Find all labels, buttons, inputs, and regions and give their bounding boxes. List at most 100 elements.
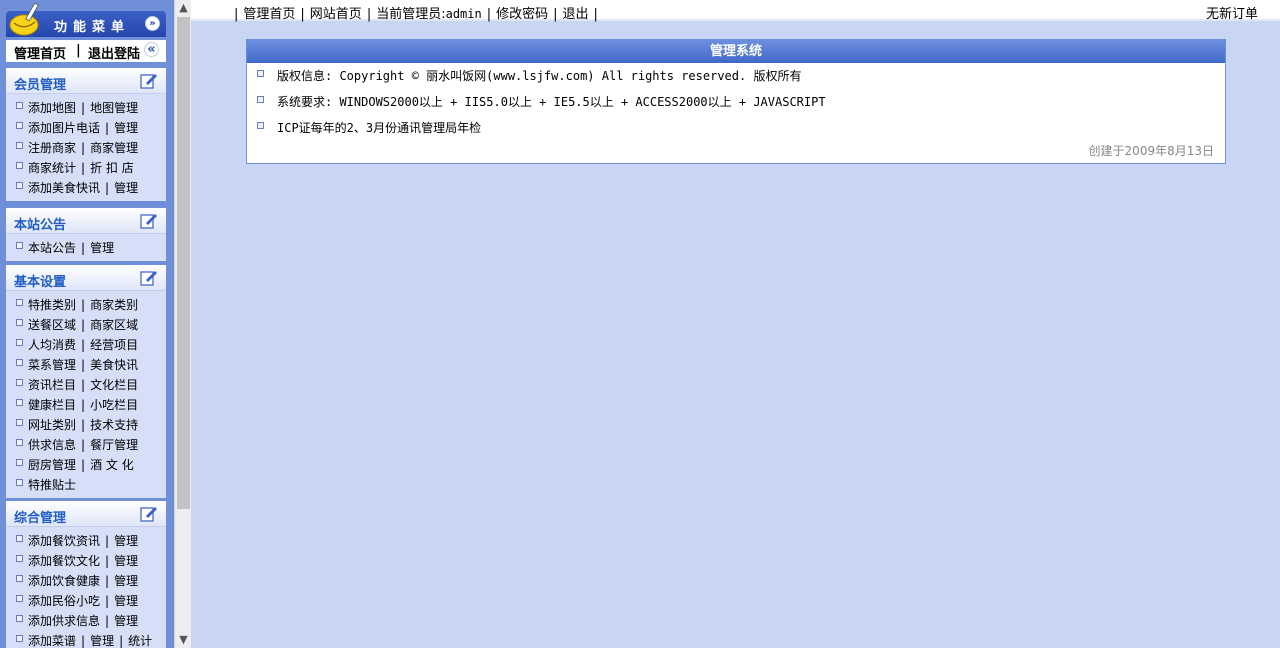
menu-link[interactable]: 管理 bbox=[114, 614, 138, 628]
left-menu-frame: 功能菜单 » 管理首页 | 退出登陆 « 会员管理添加地图 | 地图管理添加图片电话… bbox=[0, 0, 174, 648]
menu-link[interactable]: 文化栏目 bbox=[90, 378, 138, 392]
menu-item-row: 添加供求信息 | 管理 bbox=[6, 611, 166, 631]
menu-item-row: 特推类别 | 商家类别 bbox=[6, 295, 166, 315]
menu-separator: | bbox=[81, 438, 86, 452]
menu-link[interactable]: 餐厅管理 bbox=[90, 438, 138, 452]
site-home-link[interactable]: 网站首页 bbox=[310, 7, 362, 22]
quick-admin-home-link[interactable]: 管理首页 bbox=[14, 43, 66, 62]
menu-link[interactable]: 添加饮食健康 bbox=[28, 574, 100, 588]
menu-link[interactable]: 人均消费 bbox=[28, 338, 76, 352]
menu-link[interactable]: 添加美食快讯 bbox=[28, 181, 100, 195]
menu-section-header[interactable]: 综合管理 bbox=[6, 501, 166, 527]
edit-pencil-icon[interactable] bbox=[140, 269, 158, 286]
scroll-thumb[interactable] bbox=[177, 17, 190, 509]
scroll-up-icon[interactable]: ▲ bbox=[175, 0, 192, 16]
edit-pencil-icon[interactable] bbox=[140, 72, 158, 89]
menu-separator: | bbox=[105, 121, 110, 135]
menu-link[interactable]: 送餐区域 bbox=[28, 318, 76, 332]
logout-link[interactable]: 退出 bbox=[563, 7, 589, 22]
menu-link[interactable]: 地图管理 bbox=[90, 101, 138, 115]
menu-link[interactable]: 管理 bbox=[90, 634, 114, 648]
menu-link[interactable]: 添加供求信息 bbox=[28, 614, 100, 628]
menu-link[interactable]: 管理 bbox=[90, 241, 114, 255]
menu-item-row: 健康栏目 | 小吃栏目 bbox=[6, 395, 166, 415]
menu-separator: | bbox=[105, 554, 110, 568]
menu-link[interactable]: 酒 文 化 bbox=[90, 458, 134, 472]
menu-item-row: 添加菜谱 | 管理 | 统计 bbox=[6, 631, 166, 648]
menu-link[interactable]: 添加地图 bbox=[28, 101, 76, 115]
menu-link[interactable]: 管理 bbox=[114, 534, 138, 548]
menu-item-row: 添加美食快讯 | 管理 bbox=[6, 178, 166, 198]
edit-pencil-icon[interactable] bbox=[140, 212, 158, 229]
menu-section: 综合管理 添加餐饮资讯 | 管理 添加餐饮文化 | 管理 添加饮食健康 | 管理 添加民俗小吃 | 管理… bbox=[6, 501, 166, 648]
menu-link[interactable]: 厨房管理 bbox=[28, 458, 76, 472]
menu-section-header[interactable]: 会员管理 bbox=[6, 68, 166, 94]
menu-item-row: 送餐区域 | 商家区域 bbox=[6, 315, 166, 335]
menu-section-header[interactable]: 基本设置 bbox=[6, 265, 166, 291]
menu-separator: | bbox=[81, 338, 86, 352]
menu-link[interactable]: 添加菜谱 bbox=[28, 634, 76, 648]
menu-link[interactable]: 管理 bbox=[114, 181, 138, 195]
menu-section-title: 会员管理 bbox=[14, 78, 67, 93]
menu-section: 基本设置 特推类别 | 商家类别 送餐区域 | 商家区域 人均消费 | 经营项目 菜系管理 | 美食快讯… bbox=[6, 265, 166, 498]
menu-link[interactable]: 商家类别 bbox=[90, 298, 138, 312]
edit-pencil-icon[interactable] bbox=[140, 505, 158, 522]
menu-link[interactable]: 商家区域 bbox=[90, 318, 138, 332]
menu-link[interactable]: 添加餐饮文化 bbox=[28, 554, 100, 568]
menu-link[interactable]: 管理 bbox=[114, 121, 138, 135]
menu-separator: | bbox=[81, 418, 86, 432]
scroll-down-icon[interactable]: ▼ bbox=[175, 632, 192, 648]
menu-link[interactable]: 小吃栏目 bbox=[90, 398, 138, 412]
menu-link[interactable]: 管理 bbox=[114, 594, 138, 608]
menu-link[interactable]: 添加民俗小吃 bbox=[28, 594, 100, 608]
menu-separator: | bbox=[81, 298, 86, 312]
menu-section-title: 综合管理 bbox=[14, 511, 67, 526]
menu-link[interactable]: 菜系管理 bbox=[28, 358, 76, 372]
menu-item-row: 添加饮食健康 | 管理 bbox=[6, 571, 166, 591]
menu-link[interactable]: 经营项目 bbox=[90, 338, 138, 352]
left-frame-scrollbar[interactable]: ▲ ▼ bbox=[174, 0, 191, 648]
menu-item-row: 添加餐饮资讯 | 管理 bbox=[6, 531, 166, 551]
menu-section-header[interactable]: 本站公告 bbox=[6, 208, 166, 234]
menu-link[interactable]: 供求信息 bbox=[28, 438, 76, 452]
quick-links: 管理首页 | 退出登陆 « bbox=[6, 40, 166, 62]
menu-link[interactable]: 折 扣 店 bbox=[90, 161, 134, 175]
menu-item-row: 网址类别 | 技术支持 bbox=[6, 415, 166, 435]
menu-link[interactable]: 统计 bbox=[128, 634, 152, 648]
menu-link[interactable]: 技术支持 bbox=[90, 418, 138, 432]
nav-separator: | bbox=[366, 7, 372, 22]
menu-link[interactable]: 资讯栏目 bbox=[28, 378, 76, 392]
menu-link[interactable]: 管理 bbox=[114, 554, 138, 568]
menu-link[interactable]: 商家管理 bbox=[90, 141, 138, 155]
no-new-orders-status[interactable]: 无新订单 bbox=[1206, 3, 1258, 22]
info-item: 系统要求: WINDOWS2000以上 + IIS5.0以上 + IE5.5以上… bbox=[247, 93, 1225, 119]
menu-link[interactable]: 网址类别 bbox=[28, 418, 76, 432]
menu-separator: | bbox=[81, 378, 86, 392]
menu-link[interactable]: 健康栏目 bbox=[28, 398, 76, 412]
menu-link[interactable]: 特推类别 bbox=[28, 298, 76, 312]
menu-section-title: 本站公告 bbox=[14, 218, 67, 233]
menu-link[interactable]: 商家统计 bbox=[28, 161, 76, 175]
chevron-double-down-icon[interactable]: » bbox=[145, 16, 160, 31]
menu-separator: | bbox=[105, 594, 110, 608]
quick-logout-link[interactable]: 退出登陆 bbox=[88, 43, 140, 62]
menu-title: 功能菜单 bbox=[54, 20, 131, 35]
info-item: ICP证每年的2、3月份通讯管理局年检 bbox=[247, 119, 1225, 145]
menu-link[interactable]: 美食快讯 bbox=[90, 358, 138, 372]
menu-separator: | bbox=[81, 101, 86, 115]
nav-separator: | bbox=[234, 7, 239, 22]
top-bar: | 管理首页 | 网站首页 | 当前管理员:admin | 修改密码 | 退出 | 无新订单 bbox=[191, 0, 1280, 22]
menu-link[interactable]: 添加图片电话 bbox=[28, 121, 100, 135]
menu-section-title: 基本设置 bbox=[14, 275, 67, 290]
change-password-link[interactable]: 修改密码 bbox=[496, 7, 548, 22]
menu-link[interactable]: 注册商家 bbox=[28, 141, 76, 155]
menu-link[interactable]: 管理 bbox=[114, 574, 138, 588]
system-info-title: 管理系统 bbox=[247, 40, 1225, 63]
menu-link[interactable]: 本站公告 bbox=[28, 241, 76, 255]
admin-home-link[interactable]: 管理首页 bbox=[243, 7, 295, 22]
menu-link[interactable]: 添加餐饮资讯 bbox=[28, 534, 100, 548]
menu-separator: | bbox=[105, 181, 110, 195]
menu-item-row: 商家统计 | 折 扣 店 bbox=[6, 158, 166, 178]
chevron-double-left-icon[interactable]: « bbox=[144, 42, 159, 57]
menu-link[interactable]: 特推贴士 bbox=[28, 478, 76, 492]
